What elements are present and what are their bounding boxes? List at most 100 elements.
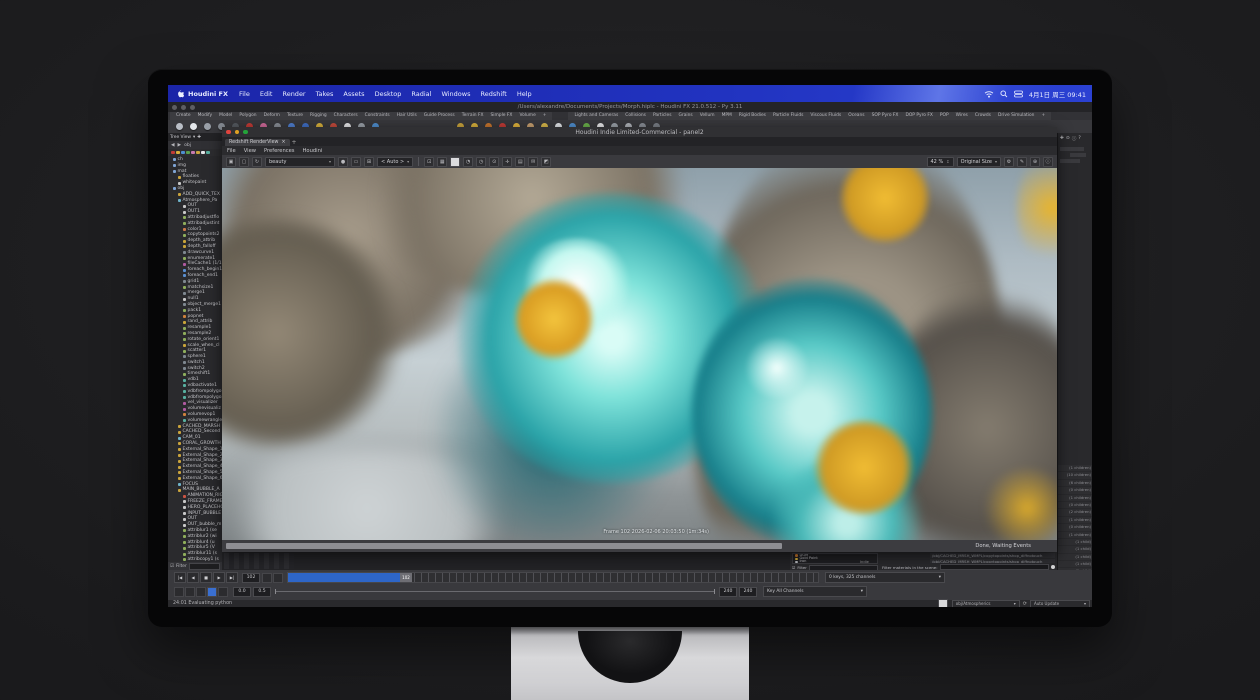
renderview-toolbar-icon[interactable]: ✉	[528, 157, 538, 167]
children-count-row[interactable]: (1 children)	[1058, 532, 1092, 538]
shelf-tab[interactable]: Simple FX	[488, 112, 516, 119]
shelf-tab[interactable]: Rigid Bodies	[736, 112, 769, 119]
control-center-icon[interactable]	[1014, 90, 1023, 98]
renderview-menu-item[interactable]: Preferences	[264, 148, 295, 154]
shelf-tab[interactable]: Particles	[650, 112, 675, 119]
menubar-item[interactable]: Redshift	[480, 90, 506, 98]
tree-path[interactable]: obj	[184, 143, 191, 148]
transport-button[interactable]: |◀	[174, 572, 186, 583]
shelf-tab[interactable]: POP	[937, 112, 952, 119]
side-panel-icon[interactable]: ⊙	[1066, 136, 1070, 142]
side-panel-icon[interactable]: ⓘ	[1072, 136, 1077, 142]
shelf-tab[interactable]: Terrain FX	[459, 112, 487, 119]
tab-redshift-renderview[interactable]: Redshift RenderView ×	[225, 139, 290, 146]
node-filter-icon[interactable]	[201, 151, 205, 155]
add-tab-icon[interactable]: +	[292, 139, 297, 146]
tree-view-tab[interactable]: Tree View	[170, 135, 191, 140]
node-filter-icon[interactable]	[191, 151, 195, 155]
side-panel-icon[interactable]: ✚	[1060, 136, 1064, 142]
shelf-tab[interactable]: Volume	[516, 112, 538, 119]
node-filter-icon[interactable]	[186, 151, 190, 155]
shelf-tab[interactable]: Collisions	[622, 112, 649, 119]
refresh-icon[interactable]: ⟳	[1023, 601, 1027, 607]
renderview-toolbar-icon[interactable]: ⊕	[1030, 157, 1040, 167]
children-count-row[interactable]: (1 child)	[1058, 546, 1092, 552]
forward-icon[interactable]: ▶	[178, 143, 182, 148]
shelf-tab[interactable]: Vellum	[697, 112, 718, 119]
children-count-row[interactable]: (0 children)	[1058, 524, 1092, 530]
spotlight-search-icon[interactable]	[1000, 90, 1008, 98]
range-end-field2[interactable]: 240	[739, 587, 757, 597]
shelf-tab[interactable]: Constraints	[362, 112, 393, 119]
renderview-toolbar-icon[interactable]: ◷	[476, 157, 486, 167]
renderview-menu-item[interactable]: View	[244, 148, 256, 154]
children-count-row[interactable]: (0 children)	[1058, 502, 1092, 508]
children-count-row[interactable]: (1 child)	[1058, 561, 1092, 567]
renderview-toolbar-icon[interactable]: ⓘ	[1043, 157, 1053, 167]
shelf-tool-icon[interactable]	[176, 123, 183, 130]
zoom-level-field[interactable]: 42 %↕	[927, 157, 954, 167]
shelf-tab[interactable]: Oceans	[845, 112, 867, 119]
menubar-item[interactable]: Assets	[343, 90, 364, 98]
node-filter-icon[interactable]	[181, 151, 185, 155]
context-dropdown[interactable]: obj/Atmospherics▾	[952, 600, 1020, 608]
shelf-tab[interactable]: Create	[173, 112, 194, 119]
shelf-tab[interactable]: Hair Utils	[394, 112, 420, 119]
renderview-toolbar-icon[interactable]: ◔	[463, 157, 473, 167]
transport-button[interactable]: ◀	[187, 572, 199, 583]
shelf-tab[interactable]: Rigging	[307, 112, 330, 119]
children-count-row[interactable]: (6 children)	[1058, 480, 1092, 486]
menubar-clock[interactable]: 4月1日 周三 09:41	[1029, 89, 1086, 99]
children-count-row[interactable]: (0 children)	[1058, 487, 1092, 493]
dopnet-toggle-icon[interactable]	[218, 587, 228, 597]
renderview-toolbar-icon[interactable]: ▤	[515, 157, 525, 167]
shelf-tab[interactable]: Guide Process	[421, 112, 458, 119]
children-count-row[interactable]: (1 children)	[1058, 517, 1092, 523]
shelf-tab[interactable]: Drive Simulation	[995, 112, 1038, 119]
children-count-row[interactable]: (1 children)	[1058, 495, 1092, 501]
current-frame-field[interactable]: 102	[242, 573, 260, 583]
shelf-tab[interactable]: +	[1038, 112, 1048, 119]
shelf-tab[interactable]: Model	[216, 112, 235, 119]
filter-checkbox[interactable]: ☑	[170, 564, 174, 569]
renderview-toolbar-icon[interactable]: ⚙	[1004, 157, 1014, 167]
node-filter-icon[interactable]	[171, 151, 175, 155]
renderview-toolbar-icon[interactable]: ▦	[437, 157, 447, 167]
shelf-tab[interactable]: Crowds	[972, 112, 994, 119]
audio-toggle-icon[interactable]	[185, 587, 195, 597]
renderview-toolbar-icon[interactable]: ⊙	[489, 157, 499, 167]
node-filter-icon[interactable]	[196, 151, 200, 155]
range-start-field[interactable]: 0.0	[233, 587, 251, 597]
material-path[interactable]: /obj/CACHED_MRSH_WMPL/copytopoints/shop_…	[930, 553, 1055, 558]
shelf-tab[interactable]: Modify	[195, 112, 216, 119]
renderview-toolbar-icon[interactable]: ✛	[502, 157, 512, 167]
node-filter-icon[interactable]	[176, 151, 180, 155]
renderview-menu-item[interactable]: File	[227, 148, 236, 154]
add-pane-tab-icon[interactable]: ✚	[197, 135, 201, 140]
keys-channels-dropdown[interactable]: 0 keys, 325 channels▾	[825, 572, 945, 583]
background-swatch[interactable]	[450, 157, 460, 167]
transport-button[interactable]: ▶|	[226, 572, 238, 583]
children-count-row[interactable]: (1 child)	[1058, 539, 1092, 545]
aov-dropdown[interactable]: beauty▾	[265, 157, 335, 167]
auto-update-dropdown[interactable]: Auto Update▾	[1030, 600, 1090, 608]
menubar-item[interactable]: Takes	[316, 90, 334, 98]
children-count-row[interactable]: (10 children)	[1058, 472, 1092, 478]
playbar-option-button[interactable]	[262, 573, 272, 583]
apple-menu-icon[interactable]	[176, 89, 184, 98]
autokey-toggle-icon[interactable]	[207, 587, 217, 597]
children-count-row[interactable]: (1 children)	[1058, 465, 1092, 471]
shelf-tab[interactable]: Lights and Cameras	[571, 112, 621, 119]
shelf-tab[interactable]: +	[540, 112, 550, 119]
children-count-row[interactable]: (2 children)	[1058, 509, 1092, 515]
sphere-icon[interactable]	[1051, 565, 1055, 569]
shelf-tab[interactable]: Grains	[676, 112, 696, 119]
menubar-item[interactable]: Help	[517, 90, 532, 98]
children-count-row[interactable]: (1 child)	[1058, 554, 1092, 560]
renderview-toolbar-icon[interactable]: ⊡	[424, 157, 434, 167]
playhead[interactable]: 102	[400, 573, 412, 582]
chevron-down-icon[interactable]: ▾	[193, 135, 195, 140]
shelf-tab[interactable]: Wires	[953, 112, 971, 119]
realtime-toggle-icon[interactable]	[174, 587, 184, 597]
shelf-tab[interactable]: Texture	[284, 112, 306, 119]
